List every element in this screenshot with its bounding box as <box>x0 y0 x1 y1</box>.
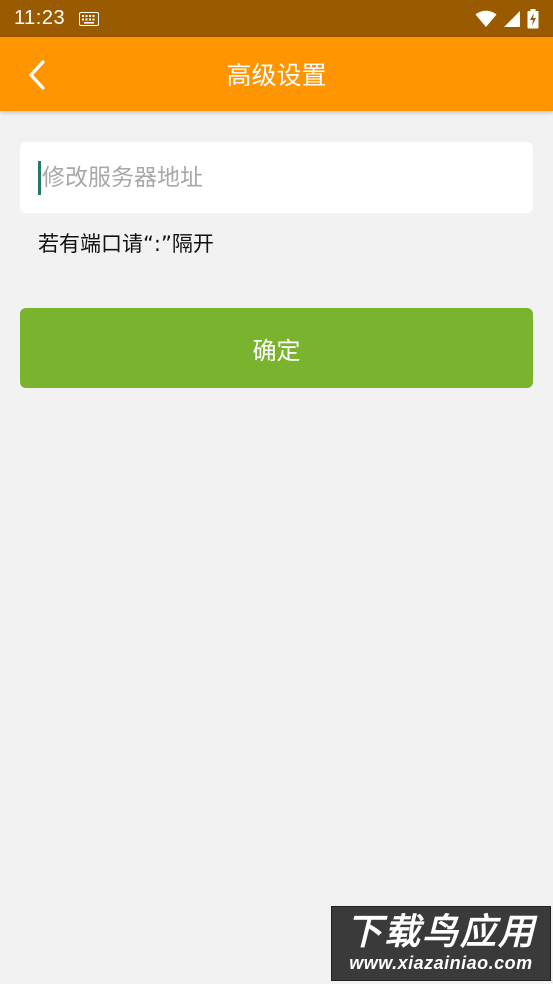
status-bar: 11:23 <box>0 0 553 37</box>
text-caret <box>38 160 41 195</box>
page-title: 高级设置 <box>226 61 327 90</box>
status-right <box>475 8 539 29</box>
confirm-button[interactable]: 确定 <box>20 308 533 388</box>
status-left: 11:23 <box>14 7 100 30</box>
signal-icon <box>503 10 521 28</box>
server-address-field[interactable] <box>20 142 533 213</box>
watermark-logo: 下载鸟应用 www.xiazainiao.com <box>331 906 551 981</box>
status-time: 11:23 <box>14 7 66 29</box>
watermark-url-text: www.xiazainiao.com <box>349 953 533 973</box>
server-address-input[interactable] <box>42 157 502 198</box>
watermark-main-text: 下载鸟应用 <box>345 912 536 953</box>
wifi-icon <box>475 10 497 28</box>
chevron-left-icon <box>26 59 48 91</box>
port-hint-text: 若有端口请“:”隔开 <box>38 232 214 256</box>
battery-charging-icon <box>527 8 539 29</box>
keyboard-icon <box>79 11 100 26</box>
back-button[interactable] <box>18 56 56 94</box>
app-bar: 高级设置 <box>0 37 553 111</box>
